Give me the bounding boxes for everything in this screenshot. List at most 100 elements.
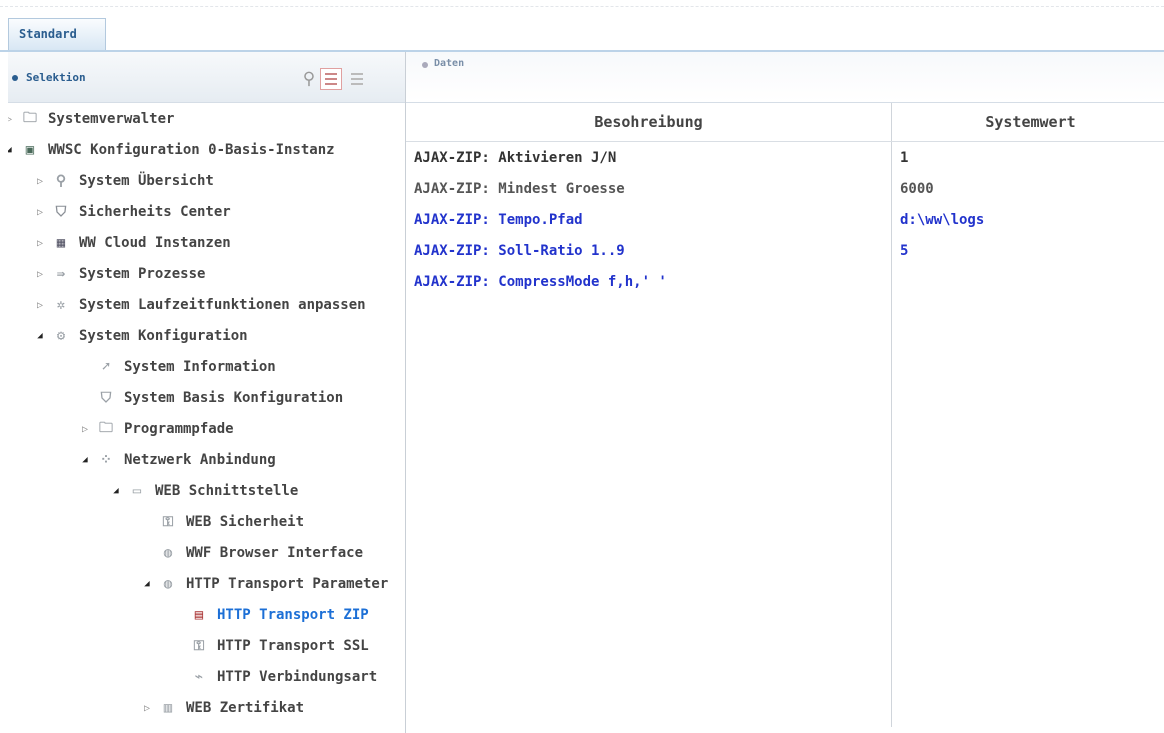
tree-view-button[interactable] [320, 68, 342, 90]
tree-item-label: System Information [124, 359, 276, 375]
tree-item[interactable]: ▷ ▦ WW Cloud Instanzen [33, 231, 231, 255]
runtime-icon: ✲ [56, 297, 66, 313]
expand-arrow-icon[interactable]: ▷ [33, 176, 47, 187]
expand-arrow-icon[interactable]: ▷ [33, 207, 47, 218]
row-value[interactable]: 1 [891, 141, 1164, 173]
row-description: AJAX-ZIP: Aktivieren J/N [406, 141, 892, 173]
tree-item-label: HTTP Transport SSL [217, 638, 369, 654]
shield-small-icon: ⛉ [100, 390, 112, 406]
tree-item[interactable]: ◢ ⁘ Netzwerk Anbindung [78, 448, 276, 472]
empty-cell [891, 297, 1164, 727]
tree-item-label: WEB Sicherheit [186, 514, 305, 530]
row-description: AJAX-ZIP: Tempo.Pfad [406, 204, 892, 235]
table-row[interactable]: AJAX-ZIP: Soll-Ratio 1..9 5 [406, 235, 1164, 266]
list-view-button[interactable] [346, 68, 368, 90]
tree-item[interactable]: ◢ ◍ HTTP Transport Parameter [140, 572, 388, 596]
process-icon: ⇛ [56, 266, 66, 282]
selection-title: Selektion [26, 71, 86, 84]
collapse-arrow-icon[interactable]: ◢ [109, 486, 123, 496]
tree-item-label: WWSC Konfiguration 0-Basis-Instanz [48, 142, 335, 158]
tree-item[interactable]: ⚿ HTTP Transport SSL [171, 634, 369, 658]
tree-item[interactable]: ◍ WWF Browser Interface [140, 541, 363, 565]
tree-item[interactable]: ▷ ⇛ System Prozesse [33, 262, 205, 286]
key-icon: ⚿ [162, 514, 174, 530]
tree-item-label: System Übersicht [79, 173, 214, 189]
column-header-value[interactable]: Systemwert [891, 103, 1164, 142]
folder-icon: 🗀 [99, 420, 113, 436]
row-value[interactable]: 6000 [891, 173, 1164, 204]
row-value[interactable]: d:\ww\logs [891, 204, 1164, 235]
collapse-arrow-icon[interactable]: ◢ [140, 579, 154, 589]
collapse-arrow-icon[interactable]: ◢ [33, 331, 47, 341]
tree-item-label: System Prozesse [79, 266, 206, 282]
tree-item[interactable]: ➚ System Information [78, 355, 276, 379]
tree-item-label: Programmpfade [124, 421, 234, 437]
table-row[interactable]: AJAX-ZIP: Tempo.Pfad d:\ww\logs [406, 204, 1164, 235]
collapse-arrow-icon[interactable]: ◢ [78, 455, 92, 465]
tab-bar: Standard [0, 18, 1164, 52]
info-arrow-icon: ➚ [101, 359, 111, 375]
tree-item-label: HTTP Transport ZIP [217, 607, 369, 623]
expand-arrow-icon[interactable]: ▷ [140, 703, 154, 714]
expand-arrow-icon[interactable]: ▷ [8, 114, 16, 125]
data-table: Besohreibung Systemwert AJAX-ZIP: Aktivi… [406, 103, 1164, 727]
globe-icon: ◍ [163, 545, 173, 561]
row-value[interactable] [891, 266, 1164, 297]
empty-cell [406, 297, 892, 727]
search-icon: ⚲ [55, 173, 67, 189]
tree-item[interactable]: ▷ ⛉ Sicherheits Center [33, 200, 231, 224]
tree-item-label: WWF Browser Interface [186, 545, 364, 561]
expand-arrow-icon[interactable]: ▷ [33, 238, 47, 249]
bullet-icon [422, 62, 428, 68]
tree-item-label: HTTP Verbindungsart [217, 669, 378, 685]
certificate-icon: ▥ [163, 700, 173, 716]
data-title: Daten [434, 58, 465, 69]
tree-item-label: Netzwerk Anbindung [124, 452, 276, 468]
plug-icon: ⌁ [194, 669, 204, 685]
row-value[interactable]: 5 [891, 235, 1164, 266]
selection-header: Selektion ⚲ [8, 52, 405, 103]
expand-arrow-icon[interactable]: ▷ [33, 269, 47, 280]
tree-item[interactable]: ▷ 🗀 Programmpfade [78, 417, 234, 441]
config-icon: ▣ [25, 142, 35, 158]
tree-item[interactable]: ▷ 🗀 Systemverwalter [8, 107, 174, 131]
network-icon: ⁘ [100, 452, 112, 468]
table-row[interactable]: AJAX-ZIP: CompressMode f,h,' ' [406, 266, 1164, 297]
tree-item[interactable]: ◢ ⚙ System Konfiguration [33, 324, 247, 348]
tab-standard[interactable]: Standard [8, 18, 106, 50]
row-description: AJAX-ZIP: Soll-Ratio 1..9 [406, 235, 892, 266]
globe-icon: ◍ [163, 576, 173, 592]
tree-item[interactable]: ▷ ⚲ System Übersicht [33, 169, 214, 193]
tree-item-label: WEB Zertifikat [186, 700, 305, 716]
tree-item[interactable]: ▷ ▥ WEB Zertifikat [140, 696, 304, 720]
tree-item-label: HTTP Transport Parameter [186, 576, 389, 592]
tree-item-label: Systemverwalter [48, 111, 175, 127]
tree-item[interactable]: ▷ ✲ System Laufzeitfunktionen anpassen [33, 293, 366, 317]
selection-panel: Selektion ⚲ ▷ 🗀 Systemverwalter ◢ ▣ WWSC Konf… [8, 52, 406, 733]
tree-item[interactable]: ⛉ System Basis Konfiguration [78, 386, 343, 410]
table-row[interactable]: AJAX-ZIP: Aktivieren J/N 1 [406, 141, 1164, 173]
key-icon: ⚿ [193, 638, 205, 654]
search-icon[interactable]: ⚲ [298, 68, 320, 90]
tree-item-label: Sicherheits Center [79, 204, 231, 220]
tree-item[interactable]: ▤ HTTP Transport ZIP [171, 603, 369, 627]
zip-archive-icon: ▤ [194, 607, 204, 623]
cloud-server-icon: ▦ [56, 235, 66, 251]
tree-item-label: System Basis Konfiguration [124, 390, 344, 406]
shield-icon: ⛉ [55, 204, 67, 220]
collapse-arrow-icon[interactable]: ◢ [8, 145, 16, 155]
row-description: AJAX-ZIP: Mindest Groesse [406, 173, 892, 204]
tree-item[interactable]: ⌁ HTTP Verbindungsart [171, 665, 377, 689]
web-interface-icon: ▭ [132, 483, 142, 499]
data-header: Daten [406, 52, 1164, 103]
expand-arrow-icon[interactable]: ▷ [78, 424, 92, 435]
top-border [0, 0, 1164, 7]
column-header-description[interactable]: Besohreibung [406, 103, 892, 142]
table-row[interactable]: AJAX-ZIP: Mindest Groesse 6000 [406, 173, 1164, 204]
tree-item[interactable]: ⚿ WEB Sicherheit [140, 510, 304, 534]
tree-item-label: WEB Schnittstelle [155, 483, 299, 499]
gear-icon: ⚙ [56, 328, 66, 344]
tree-item[interactable]: ◢ ▣ WWSC Konfiguration 0-Basis-Instanz [8, 138, 335, 162]
expand-arrow-icon[interactable]: ▷ [33, 300, 47, 311]
tree-item[interactable]: ◢ ▭ WEB Schnittstelle [109, 479, 298, 503]
